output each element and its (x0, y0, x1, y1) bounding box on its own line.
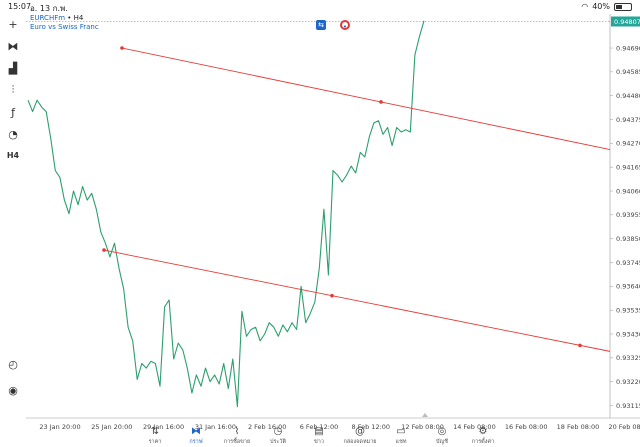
period-separator-marker (422, 413, 428, 417)
trend-line[interactable] (121, 47, 611, 151)
wifi-icon: ◠ (581, 2, 589, 11)
trend-line-anchor (120, 46, 124, 50)
status-time: 15:07 (8, 2, 32, 11)
status-bar: 15:07 อ. 13 ก.พ. ◠ 40% (0, 0, 640, 14)
tab-quotes[interactable]: ⇅ ราคา (135, 426, 175, 446)
account-icon: ◎ (437, 426, 447, 437)
y-tick-label: 0.93430 (616, 330, 640, 338)
tab-trade[interactable]: ⌇ การซื้อขาย (217, 426, 257, 446)
news-icon: ▤ (314, 426, 324, 437)
y-tick-label: 0.93220 (616, 378, 640, 386)
y-tick-label: 0.94270 (616, 140, 640, 148)
candlestick-icon[interactable]: ⧓ (5, 38, 21, 54)
chat-icon: ▭ (396, 426, 406, 437)
tab-news[interactable]: ▤ ข่าว (299, 426, 339, 446)
price-chart[interactable]: 0.94690 0.94585 0.94480 0.94375 0.94270 0.941… (26, 14, 640, 432)
tab-label: การตั้งค่า (471, 439, 495, 445)
symbol-name[interactable]: EURCHFm (30, 14, 65, 22)
broker-logo-icon[interactable]: ◉ (5, 382, 21, 398)
crosshair-icon[interactable]: + (5, 16, 21, 32)
x-tick-label: 20 Feb 08:00 (608, 423, 640, 431)
battery-icon (614, 2, 632, 11)
speedometer-icon[interactable]: ◴ (5, 356, 21, 372)
current-price-label: 0.94807 (614, 18, 640, 26)
tab-label: กราฟ (189, 439, 203, 445)
chart-top-icons: ⇆ • (316, 20, 350, 31)
trend-line-midpoint (330, 293, 334, 298)
y-tick-label: 0.93115 (616, 402, 640, 410)
y-tick-label: 0.94375 (616, 116, 640, 124)
tab-mailbox[interactable]: @ กล่องจดหมาย (340, 426, 380, 446)
tab-settings[interactable]: ⚙ การตั้งค่า (463, 426, 503, 446)
price-series-line[interactable] (27, 20, 425, 408)
trend-line[interactable] (103, 249, 611, 352)
timeframe-icon[interactable]: H4 (5, 147, 21, 163)
function-icon[interactable]: ƒ (5, 104, 21, 120)
tab-chat[interactable]: ▭ แชท (381, 426, 421, 446)
tab-label: ราคา (148, 439, 162, 445)
y-tick-label: 0.94690 (616, 44, 640, 52)
indicators-icon[interactable]: ⫶ (5, 82, 21, 98)
chart-header: EURCHFm • H4 Euro vs Swiss Franc (30, 14, 99, 32)
x-tick-label: 23 Jan 20:00 (39, 423, 80, 431)
y-tick-label: 0.94585 (616, 68, 640, 76)
x-tick-label: 16 Feb 08:00 (505, 423, 548, 431)
trend-line-anchor (102, 248, 106, 252)
y-tick-label: 0.93325 (616, 354, 640, 362)
history-icon: ◷ (273, 426, 283, 437)
y-tick-label: 0.93640 (616, 283, 640, 291)
tab-chart[interactable]: ⧓ กราฟ (176, 426, 216, 446)
y-tick-label: 0.94165 (616, 164, 640, 172)
one-click-trade-icon[interactable]: ⇆ (316, 20, 326, 30)
y-tick-label: 0.93535 (616, 306, 640, 314)
y-tick-label: 0.93745 (616, 259, 640, 267)
settings-icon: ⚙ (478, 426, 488, 437)
timeframe-label: • H4 (67, 14, 84, 22)
y-tick-label: 0.94480 (616, 92, 640, 100)
trend-line-midpoint (379, 100, 383, 104)
chart-add-icon[interactable]: ▟ (5, 60, 21, 76)
x-tick-label: 25 Jan 20:00 (91, 423, 132, 431)
bottom-tab-bar: ⇅ ราคา ⧓ กราฟ ⌇ การซื้อขาย ◷ ประวัติ ▤ ข่าว @ กล่อง… (0, 426, 640, 447)
tab-label: บัญชี (436, 439, 448, 445)
tab-label: กล่องจดหมาย (343, 439, 377, 445)
tab-label: แชท (395, 439, 407, 445)
shapes-icon[interactable]: ◔ (5, 126, 21, 142)
tab-history[interactable]: ◷ ประวัติ (258, 426, 298, 446)
tab-account[interactable]: ◎ บัญชี (422, 426, 462, 446)
tab-label: ประวัติ (269, 439, 287, 445)
y-tick-label: 0.93850 (616, 235, 640, 243)
tab-label: ข่าว (314, 439, 324, 445)
chart-icon: ⧓ (191, 426, 201, 437)
quotes-icon: ⇅ (150, 426, 160, 437)
symbol-description: Euro vs Swiss Franc (30, 23, 99, 31)
trend-line-anchor (578, 343, 582, 348)
x-tick-label: 18 Feb 08:00 (557, 423, 600, 431)
mailbox-icon: @ (355, 426, 365, 437)
tab-label: การซื้อขาย (223, 439, 251, 445)
y-tick-label: 0.93955 (616, 211, 640, 219)
y-tick-label: 0.94060 (616, 187, 640, 195)
battery-percent: 40% (592, 2, 610, 11)
trade-toggle-icon[interactable]: • (340, 20, 350, 31)
left-toolbar: + ⧓ ▟ ⫶ ƒ ◔ H4 ◴ ◉ (0, 14, 26, 404)
trade-icon: ⌇ (234, 426, 240, 437)
